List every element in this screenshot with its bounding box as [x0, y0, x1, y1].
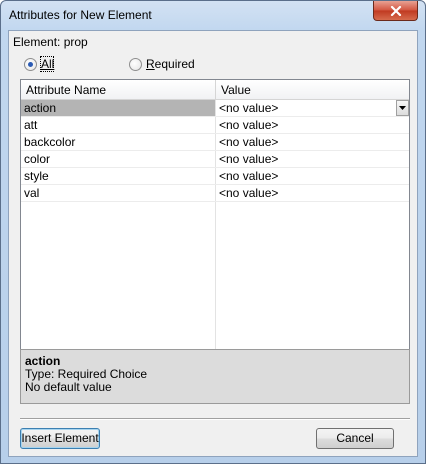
radio-required[interactable]	[129, 58, 142, 71]
attribute-value-cell[interactable]: <no value>	[216, 168, 409, 184]
radio-required-label-first: R	[146, 57, 155, 71]
attribute-value-cell[interactable]: <no value>	[216, 185, 409, 201]
radio-required-label-rest: equired	[154, 57, 195, 71]
close-icon	[390, 5, 401, 16]
attribute-name-cell[interactable]: color	[21, 151, 215, 167]
divider	[20, 418, 410, 420]
attribute-name-cell[interactable]: action	[21, 100, 215, 116]
radio-all-label[interactable]: All	[41, 57, 54, 71]
dialog-window: Attributes for New Element Element: prop…	[0, 0, 426, 464]
window-title: Attributes for New Element	[9, 8, 152, 22]
cancel-button[interactable]: Cancel	[316, 428, 394, 449]
description-title: action	[25, 354, 61, 368]
column-header-value[interactable]: Value	[216, 80, 409, 100]
close-button[interactable]	[373, 1, 418, 21]
description-default: No default value	[25, 380, 112, 394]
table-row[interactable]: action <no value>	[21, 100, 409, 117]
table-row[interactable]: color <no value>	[21, 151, 409, 168]
dialog-client: Element: prop All Required Attribute Nam…	[8, 30, 418, 457]
attribute-value-cell[interactable]: <no value>	[216, 151, 409, 167]
attribute-value-cell[interactable]: <no value>	[216, 134, 409, 150]
grid-header: Attribute Name Value	[21, 80, 409, 100]
attribute-name-cell[interactable]: style	[21, 168, 215, 184]
attribute-value-cell[interactable]: <no value>	[216, 100, 409, 116]
attribute-grid[interactable]: Attribute Name Value action <no value> a…	[20, 79, 410, 375]
attribute-name-cell[interactable]: backcolor	[21, 134, 215, 150]
attribute-name-cell[interactable]: att	[21, 117, 215, 133]
insert-element-button[interactable]: Insert Element	[20, 428, 100, 449]
radio-required-label[interactable]: Required	[146, 57, 195, 71]
table-row[interactable]: style <no value>	[21, 168, 409, 185]
element-label: Element: prop	[13, 35, 88, 49]
chevron-down-icon	[399, 106, 406, 110]
table-row[interactable]: backcolor <no value>	[21, 134, 409, 151]
table-row[interactable]: val <no value>	[21, 185, 409, 202]
attribute-name-cell[interactable]: val	[21, 185, 215, 201]
table-row[interactable]: att <no value>	[21, 117, 409, 134]
title-bar[interactable]: Attributes for New Element	[1, 1, 425, 31]
column-header-name[interactable]: Attribute Name	[21, 80, 215, 100]
description-panel: action Type: Required Choice No default …	[20, 349, 410, 404]
radio-all[interactable]	[24, 58, 37, 71]
attribute-value-cell[interactable]: <no value>	[216, 117, 409, 133]
value-dropdown-button[interactable]	[396, 100, 409, 116]
